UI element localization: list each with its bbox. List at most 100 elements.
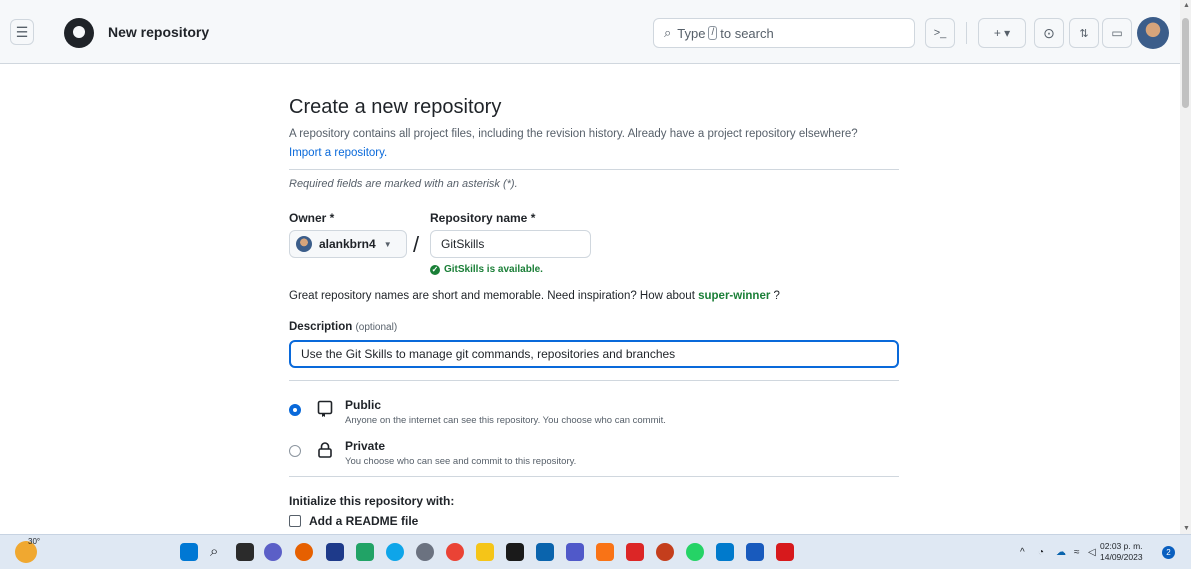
app-icon[interactable] [356, 543, 374, 561]
create-new-button[interactable]: + ▾ [978, 18, 1026, 48]
calculator-icon[interactable] [326, 543, 344, 561]
task-view-icon[interactable] [236, 543, 254, 561]
page-scrollbar[interactable]: ▲ ▼ [1180, 0, 1191, 534]
page-title: New repository [108, 24, 210, 40]
owner-repo-separator: / [413, 232, 420, 257]
lead-text: A repository contains all project files,… [289, 128, 858, 140]
availability-status: ✓ GitSkills is available. [430, 264, 543, 275]
header-divider [966, 22, 967, 44]
description-input[interactable] [289, 340, 899, 368]
issues-button[interactable]: ⊙ [1034, 18, 1064, 48]
optional-tag: (optional) [355, 322, 398, 333]
readme-label: Add a README file [309, 514, 419, 528]
page-heading: Create a new repository [289, 96, 502, 118]
divider [289, 476, 899, 477]
description-label-text: Description [289, 321, 353, 333]
owner-avatar [296, 236, 312, 252]
add-readme-option[interactable]: Add a README file [289, 514, 418, 528]
suggested-name-link[interactable]: super-winner [698, 290, 770, 302]
powerpoint-icon[interactable] [656, 543, 674, 561]
private-radio[interactable] [289, 445, 301, 457]
suggestion-prefix: Great repository names are short and mem… [289, 290, 695, 302]
scrollbar-thumb[interactable] [1182, 18, 1189, 108]
suggestion-suffix: ? [773, 290, 780, 302]
description-label: Description (optional) [289, 321, 397, 333]
hamburger-menu-button[interactable]: ☰ [10, 19, 34, 45]
issue-icon: ⊙ [1043, 24, 1055, 41]
chat-icon[interactable] [264, 543, 282, 561]
owner-select[interactable]: alankbrn4 ▼ [289, 230, 407, 258]
plus-icon: + ▾ [993, 26, 1011, 40]
terminal-icon: >_ [933, 27, 947, 39]
app-f-icon[interactable] [596, 543, 614, 561]
repo-name-label: Repository name * [430, 211, 536, 225]
pull-requests-button[interactable]: ⇅ [1069, 18, 1099, 48]
scroll-down-icon[interactable]: ▼ [1183, 525, 1190, 532]
notification-badge[interactable]: 2 [1162, 546, 1175, 559]
public-radio[interactable] [289, 404, 301, 416]
search-placeholder-prefix: Type [677, 25, 706, 41]
visibility-private-option[interactable]: Private You choose who can see and commi… [289, 439, 576, 467]
import-repository-link[interactable]: Import a repository. [289, 147, 387, 159]
chevron-down-icon: ▼ [383, 239, 392, 249]
required-note: Required fields are marked with an aster… [289, 178, 518, 190]
whatsapp-icon[interactable] [686, 543, 704, 561]
system-clock[interactable]: 02:03 p. m. 14/09/2023 [1100, 541, 1143, 563]
outlook-icon[interactable] [536, 543, 554, 561]
search-icon: ⌕ [664, 25, 672, 40]
windows-taskbar: 30° ⌕ ^ ◔ ☁ ≈ ◁ 02:03 p. m. 14/09/2023 2 [0, 534, 1191, 569]
search-shortcut-key: / [708, 26, 718, 40]
visibility-public-option[interactable]: Public Anyone on the internet can see th… [289, 398, 666, 426]
pull-request-icon: ⇅ [1079, 27, 1089, 40]
check-circle-icon: ✓ [430, 264, 440, 275]
tray-app-icon[interactable]: ◔ [1038, 547, 1044, 558]
github-logo-icon[interactable] [64, 18, 94, 48]
clock-date: 14/09/2023 [1100, 552, 1143, 562]
vscode-icon[interactable] [716, 543, 734, 561]
public-description: Anyone on the internet can see this repo… [345, 415, 666, 426]
header-bar: ☰ New repository ⌕ Type / to search >_ +… [0, 0, 1180, 64]
search-taskbar-icon[interactable]: ⌕ [210, 543, 228, 561]
unity-icon[interactable] [416, 543, 434, 561]
name-suggestion: Great repository names are short and mem… [289, 290, 780, 302]
divider [289, 380, 899, 381]
inbox-button[interactable]: ▭ [1102, 18, 1132, 48]
start-icon[interactable] [180, 543, 198, 561]
app-red-icon[interactable] [626, 543, 644, 561]
onedrive-icon[interactable]: ☁ [1056, 547, 1066, 558]
word-icon[interactable] [746, 543, 764, 561]
volume-icon[interactable]: ◁ [1088, 547, 1096, 558]
acrobat-icon[interactable] [776, 543, 794, 561]
private-title: Private [345, 439, 386, 453]
pycharm-icon[interactable] [506, 543, 524, 561]
repo-icon [317, 400, 339, 423]
inbox-icon: ▭ [1111, 26, 1123, 40]
scroll-up-icon[interactable]: ▲ [1183, 2, 1190, 9]
repo-name-input[interactable] [430, 230, 591, 258]
page-lead: A repository contains all project files,… [289, 125, 899, 163]
firefox-icon[interactable] [295, 543, 313, 561]
owner-label: Owner * [289, 211, 335, 225]
user-avatar[interactable] [1137, 17, 1169, 49]
new-repo-form: Create a new repository A repository con… [289, 96, 899, 528]
owner-value: alankbrn4 [319, 237, 376, 251]
tray-chevron-icon[interactable]: ^ [1020, 547, 1025, 558]
edge-icon[interactable] [386, 543, 404, 561]
availability-text: GitSkills is available. [444, 264, 543, 275]
teams-icon[interactable] [566, 543, 584, 561]
search-input[interactable]: ⌕ Type / to search [653, 18, 915, 48]
chrome-icon[interactable] [446, 543, 464, 561]
clock-time: 02:03 p. m. [1100, 541, 1143, 551]
weather-temp: 30° [28, 537, 41, 546]
divider [289, 169, 899, 170]
init-heading: Initialize this repository with: [289, 494, 455, 508]
hamburger-icon: ☰ [15, 23, 29, 40]
search-placeholder-suffix: to search [720, 25, 774, 41]
public-title: Public [345, 398, 382, 412]
lock-icon [317, 441, 339, 464]
readme-checkbox[interactable] [289, 515, 301, 527]
command-palette-button[interactable]: >_ [925, 18, 955, 48]
private-description: You choose who can see and commit to thi… [345, 456, 577, 467]
wifi-icon[interactable]: ≈ [1074, 547, 1080, 558]
file-explorer-icon[interactable] [476, 543, 494, 561]
